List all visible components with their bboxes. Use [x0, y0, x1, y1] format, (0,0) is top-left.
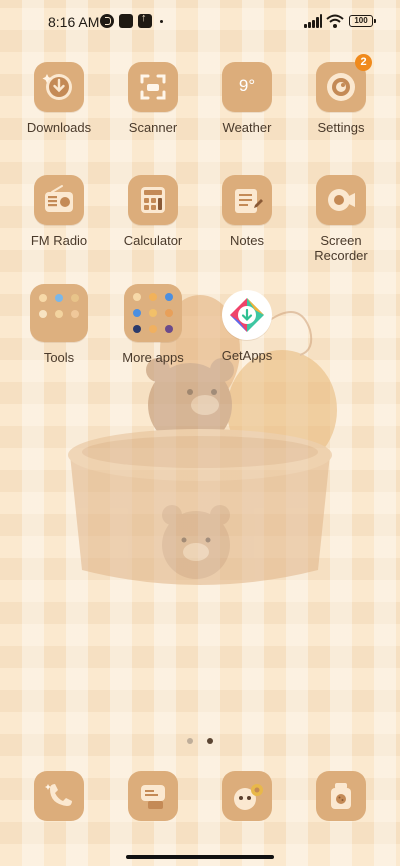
- notification-badge: 2: [355, 54, 372, 71]
- phone-icon: [45, 784, 72, 806]
- app-label: Downloads: [26, 120, 92, 135]
- page-indicator: [0, 731, 400, 744]
- dock-phone[interactable]: [34, 771, 84, 821]
- app-weather[interactable]: 9° Weather: [200, 62, 294, 135]
- folder-tools[interactable]: Tools: [12, 284, 106, 365]
- browser-icon: [234, 784, 263, 810]
- status-bar: 8:16 AM 100: [0, 0, 400, 44]
- app-label: Scanner: [128, 120, 178, 135]
- scan-icon: [128, 62, 178, 112]
- status-time: 8:16 AM: [48, 14, 100, 30]
- notification-upload-icon: [138, 12, 152, 28]
- messages-icon: [141, 785, 165, 809]
- download-icon: [34, 62, 84, 112]
- wifi-icon: [326, 14, 344, 28]
- app-fm-radio[interactable]: FM Radio: [12, 175, 106, 248]
- home-indicator[interactable]: [126, 855, 274, 859]
- dock-messages[interactable]: [128, 771, 178, 821]
- app-label: Screen Recorder: [314, 233, 368, 263]
- page-dot[interactable]: [186, 738, 193, 744]
- screen-recorder-icon: [316, 175, 366, 225]
- notes-icon: [222, 175, 272, 225]
- app-label: GetApps: [221, 348, 273, 363]
- settings-icon: 2: [316, 54, 372, 112]
- app-scanner[interactable]: Scanner: [106, 62, 200, 135]
- dock-camera[interactable]: [316, 771, 366, 821]
- app-notes[interactable]: Notes: [200, 175, 294, 248]
- app-label: Tools: [43, 350, 75, 365]
- app-label: FM Radio: [30, 233, 88, 248]
- calculator-icon: [128, 175, 178, 225]
- folder-icon: [30, 284, 88, 342]
- camera-icon: [331, 783, 351, 809]
- app-downloads[interactable]: Downloads: [12, 62, 106, 135]
- folder-more-apps[interactable]: More apps: [106, 284, 200, 365]
- dock-browser[interactable]: [222, 771, 272, 821]
- notification-square-icon: [119, 14, 133, 28]
- app-label: Notes: [230, 233, 264, 248]
- app-label: More apps: [122, 350, 184, 365]
- app-getapps[interactable]: GetApps: [200, 290, 294, 363]
- page-dot-active[interactable]: [207, 738, 214, 744]
- app-label: Calculator: [123, 233, 183, 248]
- getapps-icon: [222, 290, 272, 340]
- app-settings[interactable]: 2 Settings: [294, 54, 388, 135]
- app-label: Settings: [317, 120, 365, 135]
- signal-icon: [304, 14, 322, 28]
- battery-icon: 100: [349, 15, 376, 27]
- more-notifications-icon: [160, 20, 163, 23]
- app-label: Weather: [222, 120, 272, 135]
- folder-icon: [124, 284, 182, 342]
- weather-temp: 9°: [238, 76, 256, 95]
- app-screen-recorder[interactable]: Screen Recorder: [294, 175, 388, 263]
- app-calculator[interactable]: Calculator: [106, 175, 200, 248]
- radio-icon: [34, 175, 84, 225]
- notification-p-icon: [100, 14, 114, 28]
- weather-icon: 9°: [222, 62, 272, 112]
